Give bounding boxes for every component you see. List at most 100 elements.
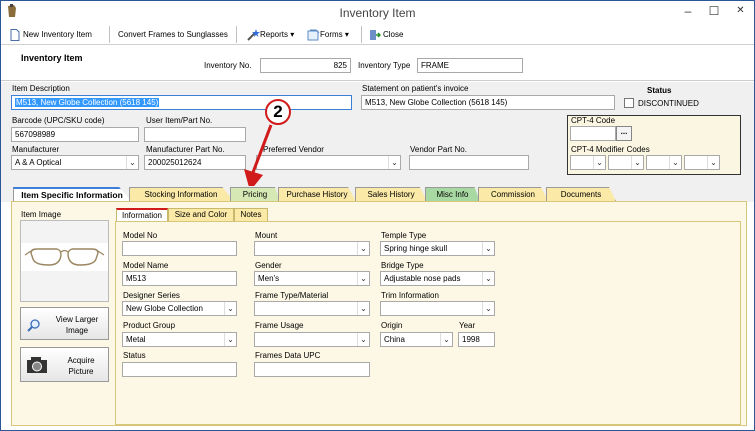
bridge-select[interactable]: Adjustable nose pads ⌄ <box>380 271 495 286</box>
convert-frames-button[interactable]: Convert Frames to Sunglasses <box>118 27 228 42</box>
year-input[interactable]: 1998 <box>458 332 495 347</box>
chevron-down-icon[interactable]: ⌄ <box>357 302 369 315</box>
chevron-down-icon[interactable]: ⌄ <box>224 333 236 346</box>
close-button[interactable]: Close <box>369 27 403 42</box>
frame-usage-select[interactable]: ⌄ <box>254 332 370 347</box>
manufacturer-label: Manufacturer <box>12 145 60 154</box>
chevron-down-icon[interactable]: ⌄ <box>669 156 681 169</box>
header-section: Inventory Item Inventory No. 825 Invento… <box>1 46 754 81</box>
vendor-part-input[interactable] <box>409 155 529 170</box>
minimize-button[interactable]: – <box>675 1 701 22</box>
acquire-picture-button[interactable]: Acquire Picture <box>20 347 109 382</box>
chevron-down-icon[interactable]: ⌄ <box>482 302 494 315</box>
item-description-label: Item Description <box>12 84 70 93</box>
chevron-down-icon[interactable]: ⌄ <box>440 333 452 346</box>
model-name-input[interactable]: M513 <box>122 271 237 286</box>
title-bar: Inventory Item – ☐ ✕ <box>1 1 754 23</box>
frames-upc-label: Frames Data UPC <box>255 351 321 360</box>
inventory-type-field[interactable]: FRAME <box>417 58 523 73</box>
bridge-label: Bridge Type <box>381 261 424 270</box>
chevron-down-icon[interactable]: ⌄ <box>357 272 369 285</box>
cpt4-mod-4[interactable]: ⌄ <box>684 155 720 170</box>
tab-commission[interactable]: Commission <box>478 187 548 201</box>
frame-type-select[interactable]: ⌄ <box>254 301 370 316</box>
close-window-button[interactable]: ✕ <box>727 1 754 22</box>
acquire-label: Acquire Picture <box>67 356 95 376</box>
item-description-value: M513, New Globe Collection (5618 145) <box>15 98 160 107</box>
chevron-down-icon[interactable]: ⌄ <box>357 242 369 255</box>
chevron-down-icon[interactable]: ⌄ <box>482 242 494 255</box>
status-label: Status <box>647 86 672 95</box>
trim-select[interactable]: ⌄ <box>380 301 495 316</box>
temple-select[interactable]: Spring hinge skull ⌄ <box>380 241 495 256</box>
item-description-input[interactable]: M513, New Globe Collection (5618 145) <box>11 95 352 110</box>
product-group-select[interactable]: Metal ⌄ <box>122 332 237 347</box>
chevron-down-icon[interactable]: ⌄ <box>224 302 236 315</box>
inventory-type-label: Inventory Type <box>358 61 411 70</box>
tab-documents[interactable]: Documents <box>546 187 616 201</box>
step-annotation-circle: 2 <box>265 99 291 125</box>
gender-label: Gender <box>255 261 282 270</box>
origin-select[interactable]: China ⌄ <box>380 332 453 347</box>
discontinued-label: DISCONTINUED <box>638 99 699 108</box>
vendor-part-label: Vendor Part No. <box>410 145 467 154</box>
barcode-label: Barcode (UPC/SKU code) <box>12 116 105 125</box>
item-image-label: Item Image <box>21 210 62 219</box>
mount-label: Mount <box>255 231 278 240</box>
reports-menu[interactable]: Reports ▾ <box>247 27 294 42</box>
statement-input[interactable]: M513, New Globe Collection (5618 145) <box>361 95 615 110</box>
forms-menu[interactable]: Forms ▾ <box>307 27 349 42</box>
chevron-down-icon[interactable]: ⌄ <box>707 156 719 169</box>
tab-notes[interactable]: Notes <box>234 208 268 221</box>
toolbar-separator <box>236 26 237 43</box>
chevron-down-icon[interactable]: ⌄ <box>593 156 605 169</box>
window-title: Inventory Item <box>339 6 416 20</box>
chevron-down-icon[interactable]: ⌄ <box>482 272 494 285</box>
wand-icon <box>247 28 260 41</box>
cpt4-mod-2[interactable]: ⌄ <box>608 155 644 170</box>
section-title: Inventory Item <box>21 53 83 63</box>
manufacturer-select[interactable]: A & A Optical ⌄ <box>11 155 139 170</box>
frames-upc-input[interactable] <box>254 362 370 377</box>
inventory-no-field[interactable]: 825 <box>260 58 351 73</box>
tab-stocking[interactable]: Stocking Information <box>129 187 233 201</box>
user-item-input[interactable] <box>144 127 246 142</box>
discontinued-checkbox[interactable] <box>624 98 634 108</box>
view-larger-image-button[interactable]: View Larger Image <box>20 307 109 340</box>
tab-sales-history[interactable]: Sales History <box>355 187 427 201</box>
barcode-input[interactable]: 567098989 <box>11 127 139 142</box>
status-input[interactable] <box>122 362 237 377</box>
chevron-down-icon[interactable]: ⌄ <box>357 333 369 346</box>
gender-select[interactable]: Men's ⌄ <box>254 271 370 286</box>
chevron-down-icon[interactable]: ⌄ <box>388 156 400 169</box>
status-field-label: Status <box>123 351 146 360</box>
cpt4-mod-3[interactable]: ⌄ <box>646 155 682 170</box>
cpt4-lookup-button[interactable]: ... <box>616 126 632 141</box>
cpt4-input[interactable] <box>570 126 616 141</box>
maximize-button[interactable]: ☐ <box>701 1 727 22</box>
cpt4-mod-1[interactable]: ⌄ <box>570 155 606 170</box>
tab-misc-info[interactable]: Misc Info <box>425 187 480 201</box>
item-image <box>20 220 109 302</box>
view-larger-label: View Larger Image <box>55 315 99 335</box>
dropdown-arrow-icon: ▾ <box>344 30 349 39</box>
exit-door-icon <box>369 29 382 41</box>
tab-size-and-color[interactable]: Size and Color <box>168 208 234 221</box>
trim-label: Trim Information <box>381 291 439 300</box>
tab-pricing[interactable]: Pricing <box>230 187 280 201</box>
camera-icon <box>26 355 48 375</box>
chevron-down-icon[interactable]: ⌄ <box>631 156 643 169</box>
mount-select[interactable]: ⌄ <box>254 241 370 256</box>
chevron-down-icon[interactable]: ⌄ <box>126 156 138 169</box>
frame-usage-label: Frame Usage <box>255 321 304 330</box>
tab-item-specific[interactable]: Item Specific Information <box>13 187 131 201</box>
toolbar-separator <box>361 26 362 43</box>
frame-type-label: Frame Type/Material <box>255 291 329 300</box>
tab-purchase-history[interactable]: Purchase History <box>278 187 356 201</box>
model-no-input[interactable] <box>122 241 237 256</box>
new-inventory-item-button[interactable]: New Inventory Item <box>10 27 92 42</box>
tab-information[interactable]: Information <box>116 208 168 221</box>
mfr-part-input[interactable]: 200025012624 <box>144 155 246 170</box>
statement-label: Statement on patient's invoice <box>362 84 469 93</box>
designer-select[interactable]: New Globe Collection ⌄ <box>122 301 237 316</box>
